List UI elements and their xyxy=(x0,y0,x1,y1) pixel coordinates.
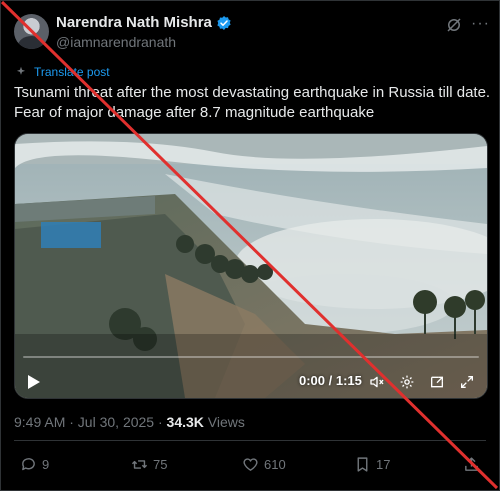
action-bar: 9 75 610 17 xyxy=(1,456,500,476)
share-icon xyxy=(465,457,478,471)
reply-icon xyxy=(22,458,35,471)
translate-icon xyxy=(16,66,26,75)
divider xyxy=(14,440,486,441)
video-progress-bar[interactable] xyxy=(23,356,479,358)
fullscreen-icon[interactable] xyxy=(459,374,475,390)
tweet-text: Tsunami threat after the most devastatin… xyxy=(14,84,491,121)
author-handle[interactable]: @iamnarendranath xyxy=(56,34,176,50)
repost-icon xyxy=(131,460,148,469)
reply-count: 9 xyxy=(42,457,50,472)
translate-link[interactable]: Translate post xyxy=(34,65,110,79)
bookmark-button[interactable]: 17 xyxy=(354,456,390,473)
author-row: Narendra Nath Mishra xyxy=(56,14,232,31)
views-label: Views xyxy=(203,414,245,430)
video-player[interactable]: 0:00 / 1:15 xyxy=(14,133,488,399)
verified-badge-icon xyxy=(217,15,231,30)
repost-count: 75 xyxy=(153,457,168,472)
video-time: 0:00 / 1:15 xyxy=(299,373,362,388)
avatar[interactable] xyxy=(14,14,49,49)
pip-icon[interactable] xyxy=(429,374,445,390)
like-count: 610 xyxy=(264,457,286,472)
bookmark-icon xyxy=(357,457,368,472)
share-button[interactable] xyxy=(463,456,480,473)
play-icon[interactable] xyxy=(27,374,41,390)
like-icon xyxy=(243,458,258,471)
reply-button[interactable]: 9 xyxy=(20,456,49,473)
bookmark-count: 17 xyxy=(376,457,391,472)
repost-button[interactable]: 75 xyxy=(131,456,167,473)
volume-icon[interactable] xyxy=(369,374,385,390)
grok-icon[interactable] xyxy=(445,16,463,34)
translate-row[interactable]: Translate post xyxy=(14,65,110,79)
author-name[interactable]: Narendra Nath Mishra xyxy=(56,14,212,31)
settings-icon[interactable] xyxy=(399,374,415,390)
tweet-card: Narendra Nath Mishra @iamnarendranath ··… xyxy=(0,0,500,491)
tweet-meta: 9:49 AM · Jul 30, 2025 · 34.3K Views xyxy=(14,414,245,430)
more-icon[interactable]: ··· xyxy=(471,15,490,33)
views-count: 34.3K xyxy=(166,414,204,430)
timestamp[interactable]: 9:49 AM · Jul 30, 2025 · xyxy=(14,414,167,430)
like-button[interactable]: 610 xyxy=(242,456,286,473)
video-thumbnail xyxy=(15,134,487,398)
